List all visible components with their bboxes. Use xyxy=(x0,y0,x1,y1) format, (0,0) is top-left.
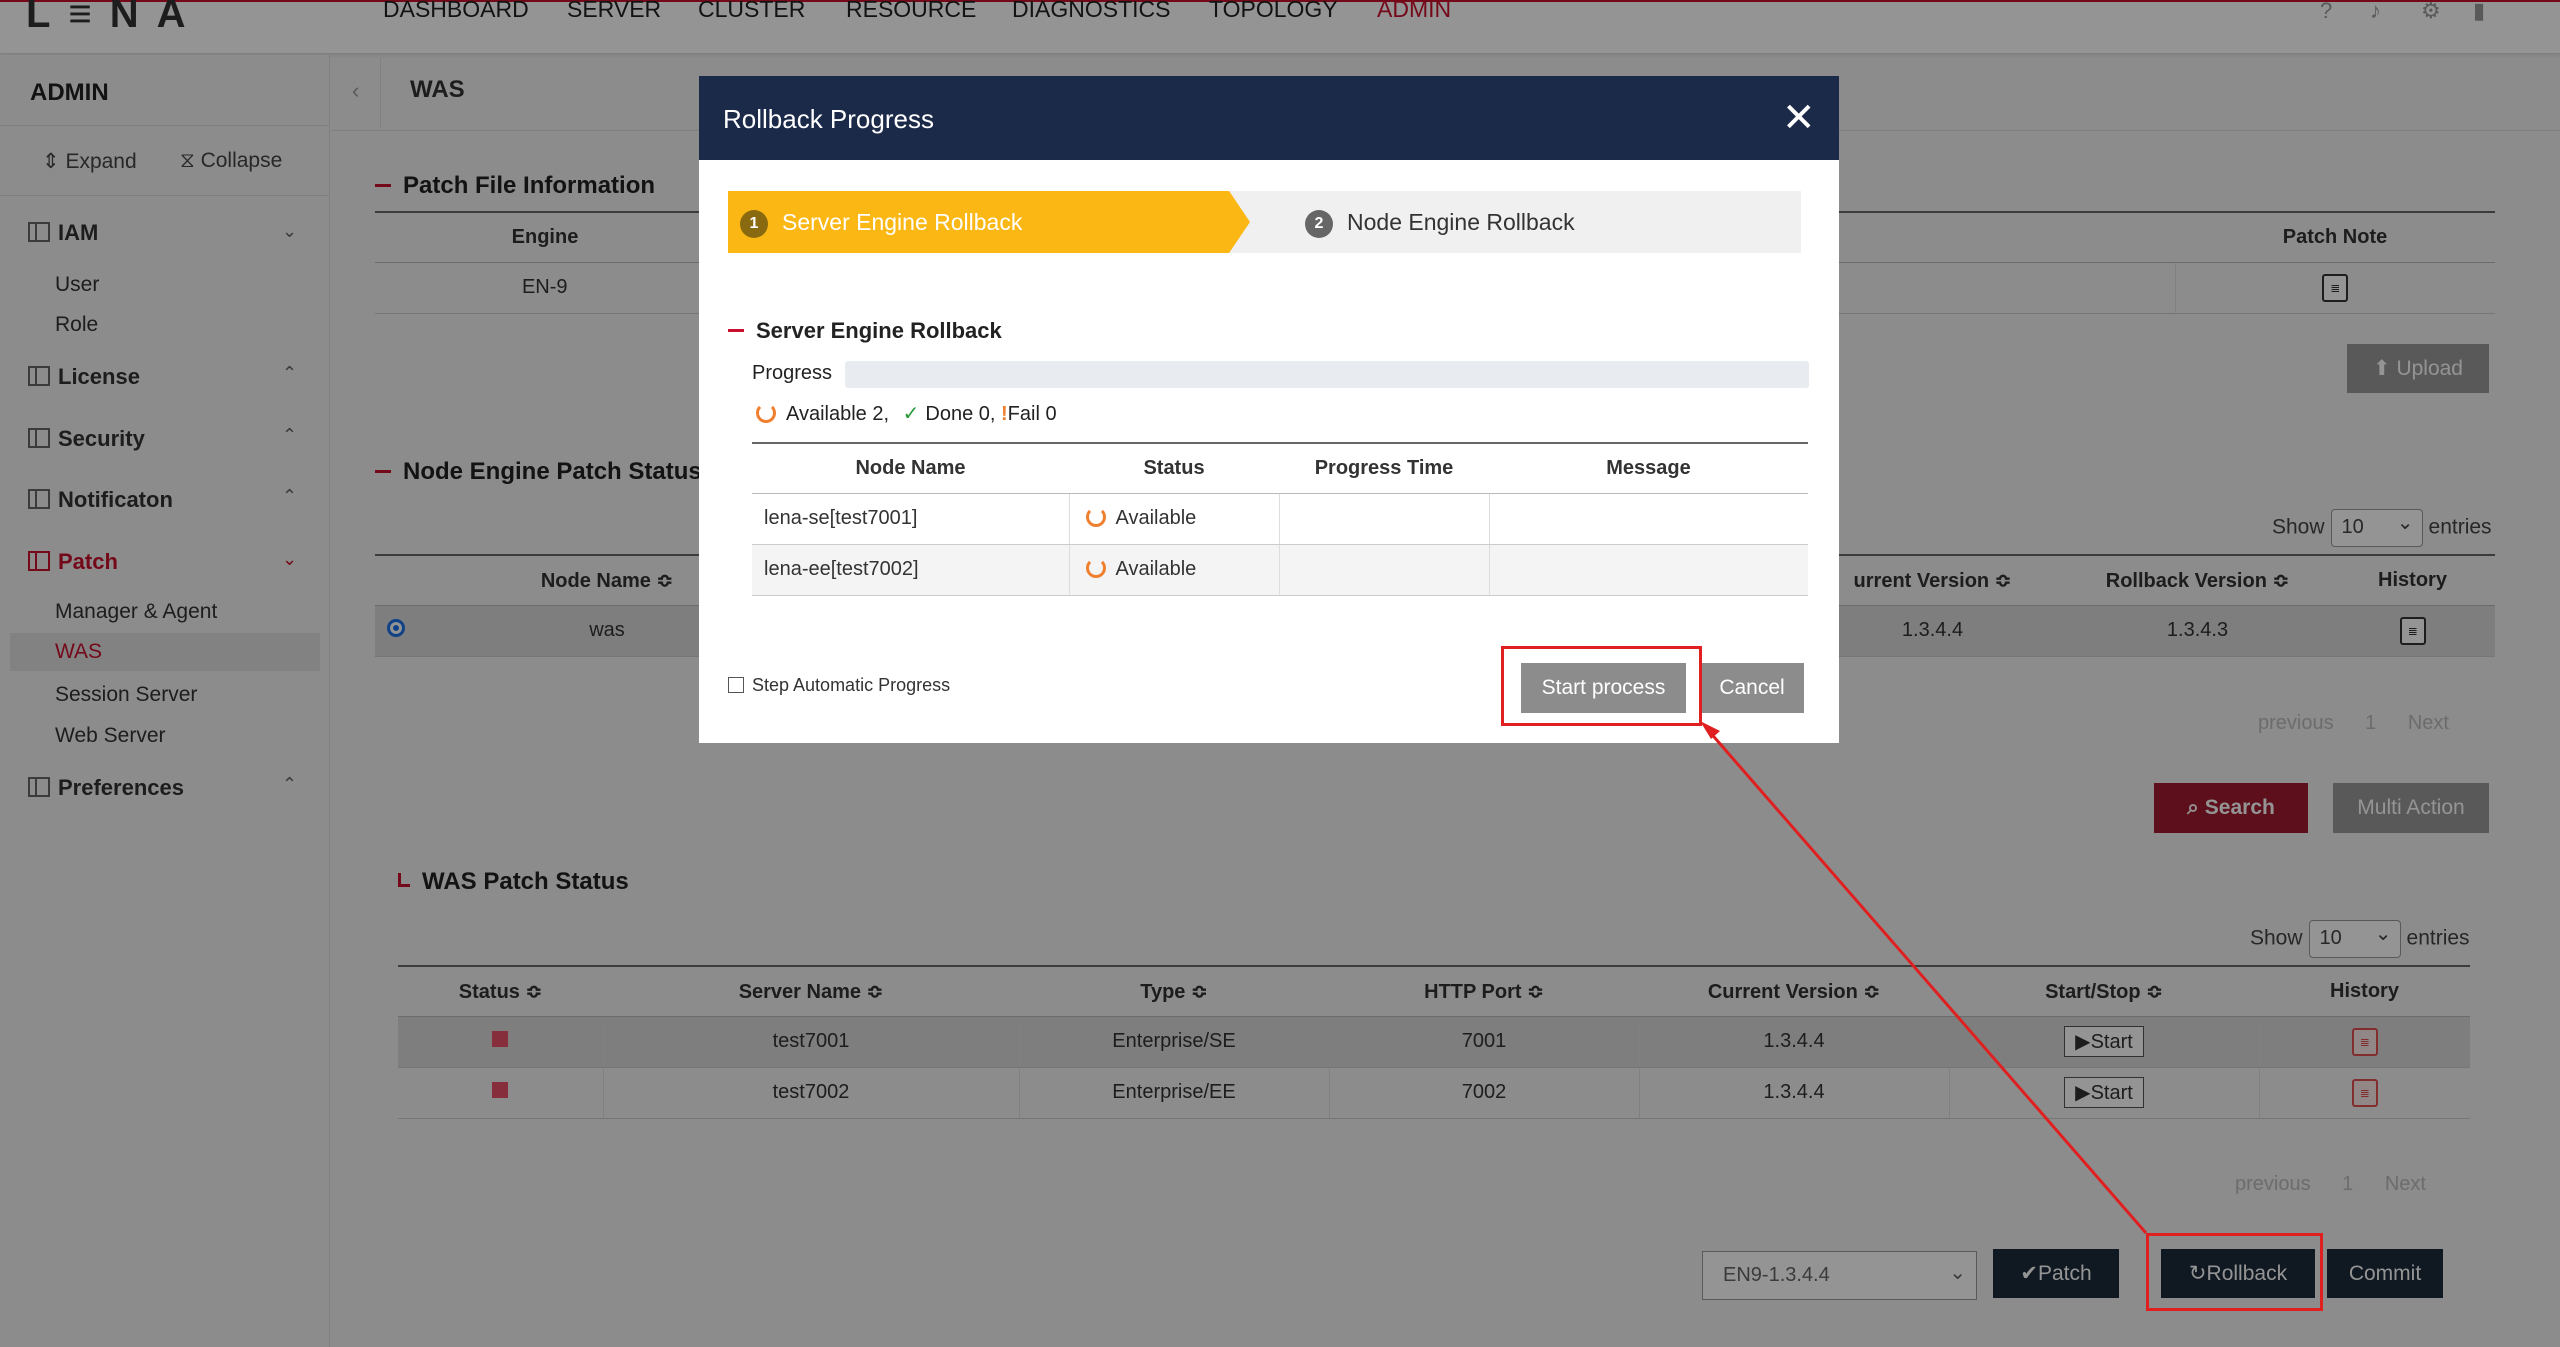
annotation-arrow xyxy=(1700,721,2148,1234)
